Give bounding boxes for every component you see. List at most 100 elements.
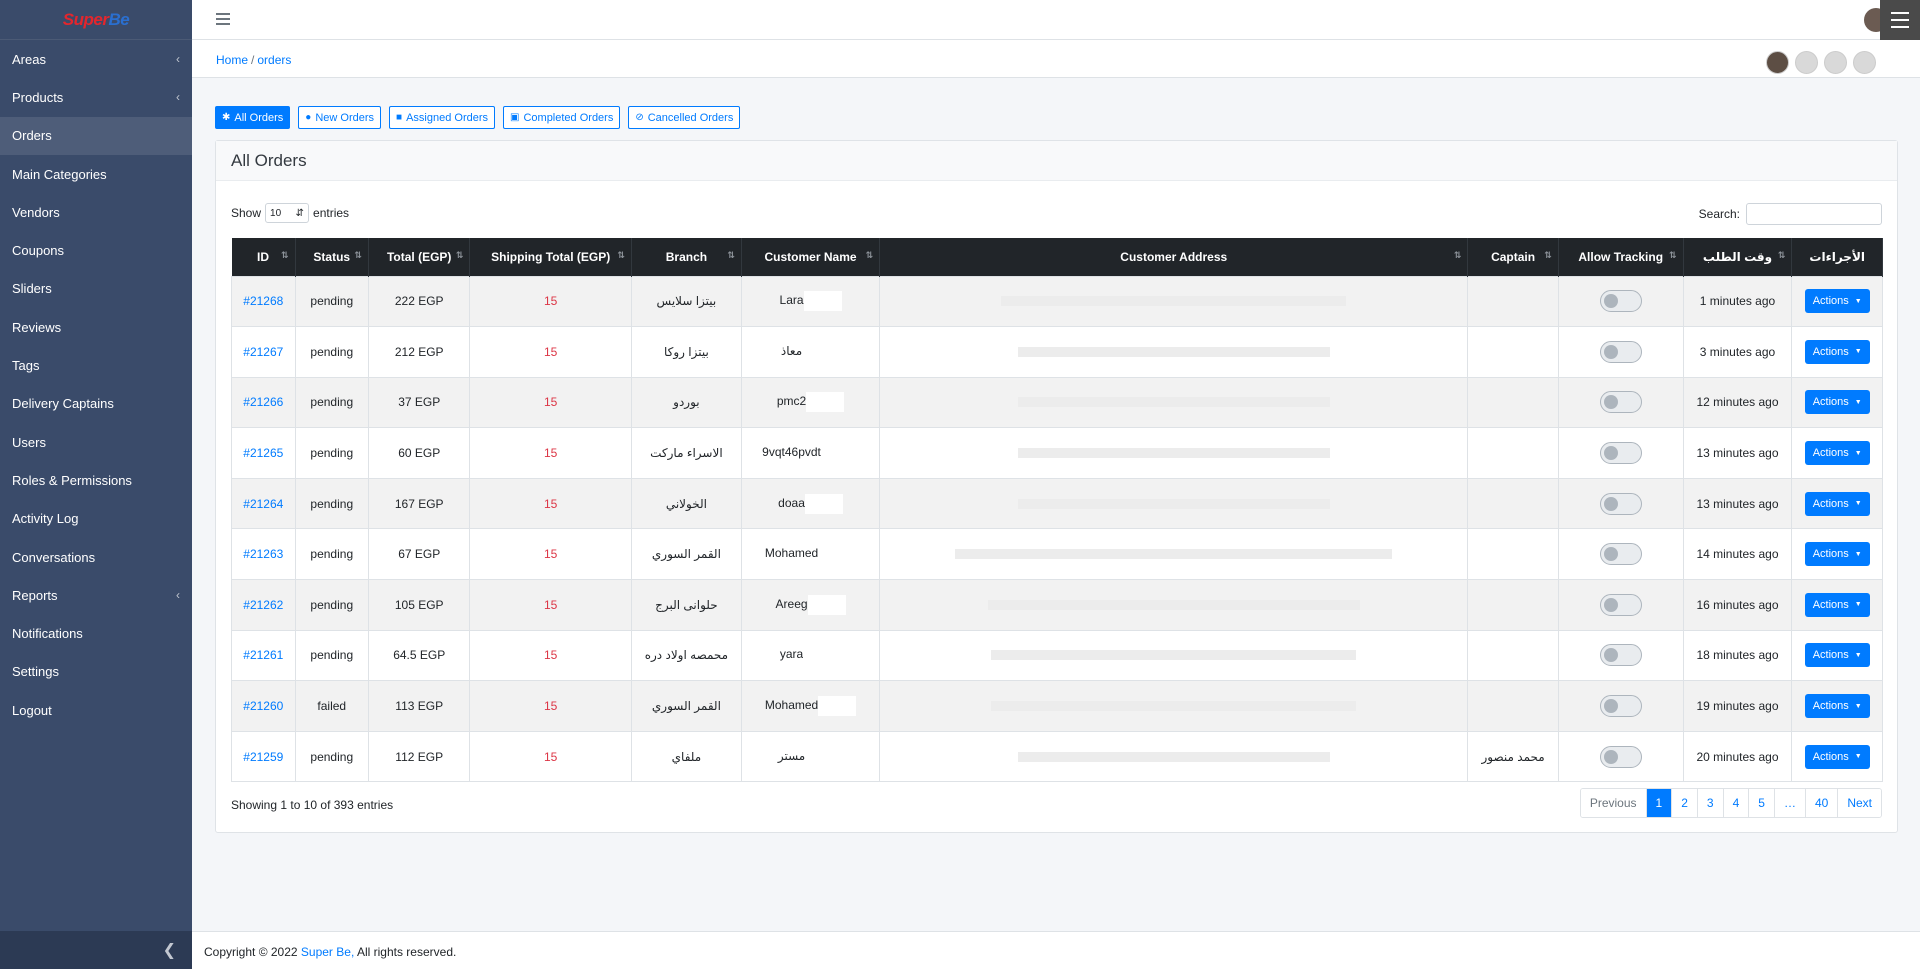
cell-status: pending (294, 275, 369, 328)
actions-dropdown-button[interactable]: Actions ▼ (1804, 289, 1870, 314)
table-row[interactable]: #21259 pending 112 EGP 15 ملفاي مستر محمد منصو… (231, 730, 1883, 783)
tracking-toggle[interactable] (1599, 290, 1642, 313)
order-id-link[interactable]: #21263 (243, 547, 283, 561)
order-id-link[interactable]: #21267 (243, 345, 283, 359)
sidebar-item-main-categories[interactable]: Main Categories (0, 155, 192, 193)
sidebar-item-roles-permissions[interactable]: Roles & Permissions (0, 461, 192, 499)
sidebar-item-tags[interactable]: Tags (0, 346, 192, 384)
column-header[interactable]: Shipping Total (EGP) ⇅ (469, 238, 632, 276)
tracking-toggle[interactable] (1599, 391, 1642, 414)
search-input[interactable] (1746, 203, 1882, 225)
sidebar-item-sliders[interactable]: Sliders (0, 270, 192, 308)
column-header[interactable]: Status ⇅ (295, 238, 369, 276)
avatar[interactable] (1824, 51, 1847, 74)
menu-icon[interactable] (1880, 0, 1920, 40)
footer-brand-link[interactable]: Super Be, (301, 945, 354, 959)
sort-icon: ⇅ (281, 250, 289, 260)
order-id-link[interactable]: #21260 (243, 699, 283, 713)
tracking-toggle[interactable] (1599, 543, 1642, 566)
order-id-link[interactable]: #21259 (243, 750, 283, 764)
sidebar-item-areas[interactable]: Areas ‹ (0, 40, 192, 78)
order-id-link[interactable]: #21265 (243, 446, 283, 460)
tracking-toggle[interactable] (1599, 492, 1642, 515)
sidebar-item-reviews[interactable]: Reviews (0, 308, 192, 346)
hamburger-icon[interactable] (216, 13, 230, 25)
brand-logo[interactable]: SuperBe (0, 0, 192, 40)
sort-icon: ⇅ (1453, 250, 1462, 260)
pagination-40[interactable]: 40 (1804, 789, 1838, 817)
actions-dropdown-button[interactable]: Actions ▼ (1804, 390, 1870, 415)
column-header[interactable]: ID ⇅ (231, 238, 296, 276)
filter-new-orders-button[interactable]: ● New Orders (298, 106, 382, 129)
avatar[interactable] (1766, 51, 1789, 74)
sidebar-item-products[interactable]: Products ‹ (0, 78, 192, 116)
breadcrumb-current[interactable]: orders (257, 53, 291, 67)
order-id-link[interactable]: #21261 (243, 648, 283, 662)
tracking-toggle[interactable] (1599, 442, 1642, 465)
page-length-select[interactable]: 10 ⇵ (265, 203, 310, 223)
actions-dropdown-button[interactable]: Actions ▼ (1804, 643, 1870, 668)
actions-dropdown-button[interactable]: Actions ▼ (1804, 694, 1870, 719)
table-row[interactable]: #21266 pending 37 EGP 15 بوردو pmc2 12 minutes… (231, 376, 1883, 429)
filter-assigned-orders-button[interactable]: ■ Assigned Orders (389, 106, 496, 129)
sidebar-item-activity-log[interactable]: Activity Log (0, 500, 192, 538)
order-id-link[interactable]: #21266 (243, 395, 283, 409)
sidebar-collapse-button[interactable]: ❮ (0, 931, 192, 969)
table-row[interactable]: #21260 failed 113 EGP 15 القمر السوري Mohamed… (231, 680, 1883, 732)
column-header[interactable]: وقت الطلب ⇅ (1683, 238, 1793, 276)
avatar[interactable] (1795, 51, 1818, 74)
filter-all-orders-button[interactable]: ✱ All Orders (215, 106, 291, 129)
column-header[interactable]: Total (EGP) ⇅ (368, 238, 471, 276)
sidebar-item-orders[interactable]: Orders (0, 116, 192, 155)
column-header[interactable]: الأجراءات (1791, 238, 1883, 276)
tracking-toggle[interactable] (1599, 593, 1642, 616)
order-id-link[interactable]: #21268 (243, 294, 283, 308)
sidebar-item-settings[interactable]: Settings (0, 653, 192, 691)
filter-completed-orders-button[interactable]: ▣ Completed Orders (503, 106, 621, 129)
pagination-3[interactable]: 3 (1696, 789, 1723, 817)
actions-dropdown-button[interactable]: Actions ▼ (1804, 592, 1870, 617)
sidebar-item-notifications[interactable]: Notifications (0, 614, 192, 652)
table-row[interactable]: #21262 pending 105 EGP 15 حلوانى البرج Areeg 1… (231, 579, 1883, 631)
table-row[interactable]: #21267 pending 212 EGP 15 بيتزا روكا معاذ 3 mi… (231, 326, 1883, 378)
tracking-toggle[interactable] (1599, 340, 1642, 363)
pagination-1[interactable]: 1 (1645, 789, 1672, 817)
table-row[interactable]: #21261 pending 64.5 EGP 15 محمصه اولاد دره ya… (231, 629, 1883, 682)
order-id-link[interactable]: #21262 (243, 598, 283, 612)
column-header[interactable]: Branch ⇅ (631, 238, 742, 276)
actions-dropdown-button[interactable]: Actions ▼ (1804, 339, 1870, 364)
column-header[interactable]: Allow Tracking ⇅ (1558, 238, 1684, 276)
sidebar-item-reports[interactable]: Reports ‹ (0, 576, 192, 614)
actions-dropdown-button[interactable]: Actions ▼ (1804, 441, 1870, 466)
pagination-2[interactable]: 2 (1671, 789, 1697, 817)
sidebar-item-logout[interactable]: Logout (0, 691, 192, 729)
tracking-toggle[interactable] (1599, 644, 1642, 667)
pagination-next[interactable]: Next (1837, 789, 1881, 817)
tracking-toggle[interactable] (1599, 695, 1642, 718)
sidebar-item-users[interactable]: Users (0, 423, 192, 461)
column-header[interactable]: Captain ⇅ (1467, 238, 1559, 276)
pagination-previous[interactable]: Previous (1580, 789, 1646, 817)
table-row[interactable]: #21265 pending 60 EGP 15 الاسراء ماركت 9vqt46… (231, 427, 1883, 479)
sidebar-item-vendors[interactable]: Vendors (0, 193, 192, 231)
table-row[interactable]: #21264 pending 167 EGP 15 الخولاني doaa 13 min… (231, 477, 1883, 530)
cell-tracking (1557, 326, 1684, 378)
order-id-link[interactable]: #21264 (243, 497, 283, 511)
table-row[interactable]: #21263 pending 67 EGP 15 القمر السوري Mohamed… (231, 528, 1883, 581)
column-header[interactable]: Customer Name ⇅ (741, 238, 881, 276)
tracking-toggle[interactable] (1599, 745, 1642, 768)
filter-cancelled-orders-button[interactable]: ⊘ Cancelled Orders (628, 106, 741, 129)
pagination-4[interactable]: 4 (1722, 789, 1749, 817)
pagination-5[interactable]: 5 (1748, 789, 1774, 817)
table-row[interactable]: #21268 pending 222 EGP 15 بيتزا سلايس Lara 1 m… (231, 275, 1883, 328)
sidebar-item-coupons[interactable]: Coupons (0, 231, 192, 269)
cell-text: 167 EGP (394, 496, 444, 511)
column-header[interactable]: Customer Address ⇅ (879, 238, 1469, 276)
sidebar-item-conversations[interactable]: Conversations (0, 538, 192, 576)
avatar[interactable] (1853, 51, 1876, 74)
actions-dropdown-button[interactable]: Actions ▼ (1804, 542, 1870, 567)
breadcrumb-home[interactable]: Home (216, 53, 248, 67)
actions-dropdown-button[interactable]: Actions ▼ (1804, 491, 1870, 516)
actions-dropdown-button[interactable]: Actions ▼ (1804, 744, 1870, 769)
sidebar-item-delivery-captains[interactable]: Delivery Captains (0, 385, 192, 423)
